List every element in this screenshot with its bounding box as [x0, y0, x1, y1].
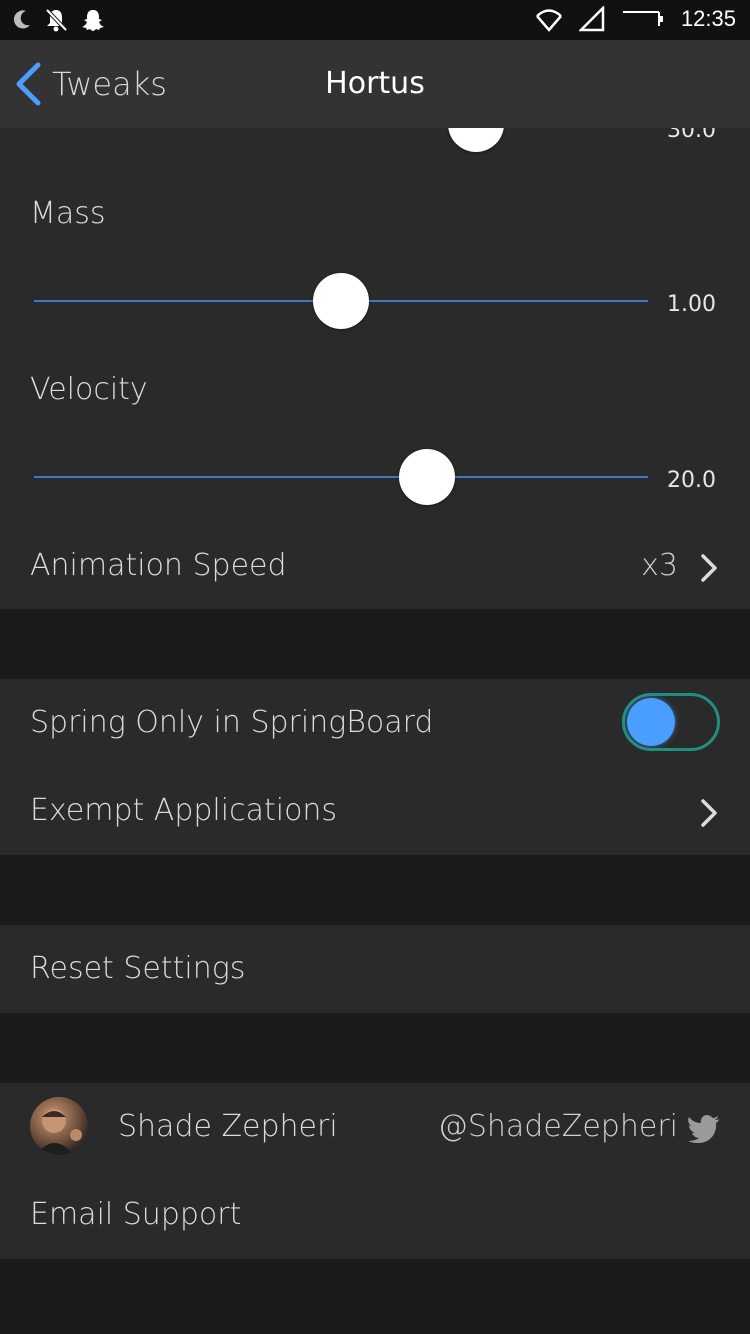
top-slider-value: 30.0	[667, 128, 716, 143]
avatar-image	[36, 1109, 82, 1155]
chevron-right-icon	[701, 554, 717, 582]
author-name: Shade Zepheri	[118, 1109, 338, 1144]
email-support-row[interactable]: Email Support	[0, 1173, 750, 1259]
velocity-slider-thumb[interactable]	[398, 449, 455, 505]
toggle-knob	[627, 698, 675, 746]
page-title: Hortus	[325, 66, 425, 101]
status-bar: 12:35	[0, 0, 750, 40]
navigation-bar: Tweaks Hortus	[0, 40, 750, 128]
bell-off-icon	[45, 8, 68, 32]
top-slider-thumb[interactable]	[448, 128, 505, 152]
twitter-icon	[688, 1115, 719, 1143]
email-support-label: Email Support	[30, 1197, 242, 1232]
exempt-applications-row[interactable]: Exempt Applications	[0, 769, 750, 855]
chevron-right-icon	[701, 799, 717, 827]
animation-speed-value: x3	[641, 548, 678, 583]
spring-settings-section: 30.0 Mass 1.00 Velocity 20.0 Animation S…	[0, 128, 750, 609]
author-row[interactable]: Shade Zepheri @ShadeZepheri	[0, 1083, 750, 1173]
mass-label: Mass	[30, 196, 106, 231]
status-time: 12:35	[680, 6, 736, 31]
springboard-section: Spring Only in SpringBoard Exempt Applic…	[0, 679, 750, 855]
spring-only-label: Spring Only in SpringBoard	[30, 705, 434, 740]
mass-slider-thumb[interactable]	[313, 273, 369, 329]
battery-icon	[622, 11, 663, 26]
moon-icon	[13, 10, 30, 29]
velocity-slider-track[interactable]	[34, 476, 648, 478]
reset-settings-label: Reset Settings	[30, 951, 246, 986]
avatar	[30, 1097, 88, 1155]
wifi-icon	[535, 9, 562, 32]
exempt-applications-label: Exempt Applications	[30, 793, 338, 828]
spring-only-row: Spring Only in SpringBoard	[0, 679, 750, 769]
status-left-icons	[12, 7, 106, 33]
velocity-slider-value: 20.0	[667, 468, 716, 493]
spring-only-toggle[interactable]	[622, 693, 720, 751]
reset-settings-button[interactable]: Reset Settings	[0, 925, 750, 1013]
snapchat-icon	[82, 10, 104, 31]
author-handle: @ShadeZepheri	[437, 1109, 678, 1144]
mass-slider-value: 1.00	[667, 292, 716, 317]
reset-section: Reset Settings	[0, 925, 750, 1013]
animation-speed-label: Animation Speed	[30, 548, 287, 583]
animation-speed-row[interactable]: Animation Speed x3	[0, 524, 750, 609]
credits-section: Shade Zepheri @ShadeZepheri Email Suppor…	[0, 1083, 750, 1259]
status-right-icons: 12:35	[535, 6, 736, 32]
velocity-label: Velocity	[30, 372, 148, 407]
signal-icon	[578, 6, 605, 32]
